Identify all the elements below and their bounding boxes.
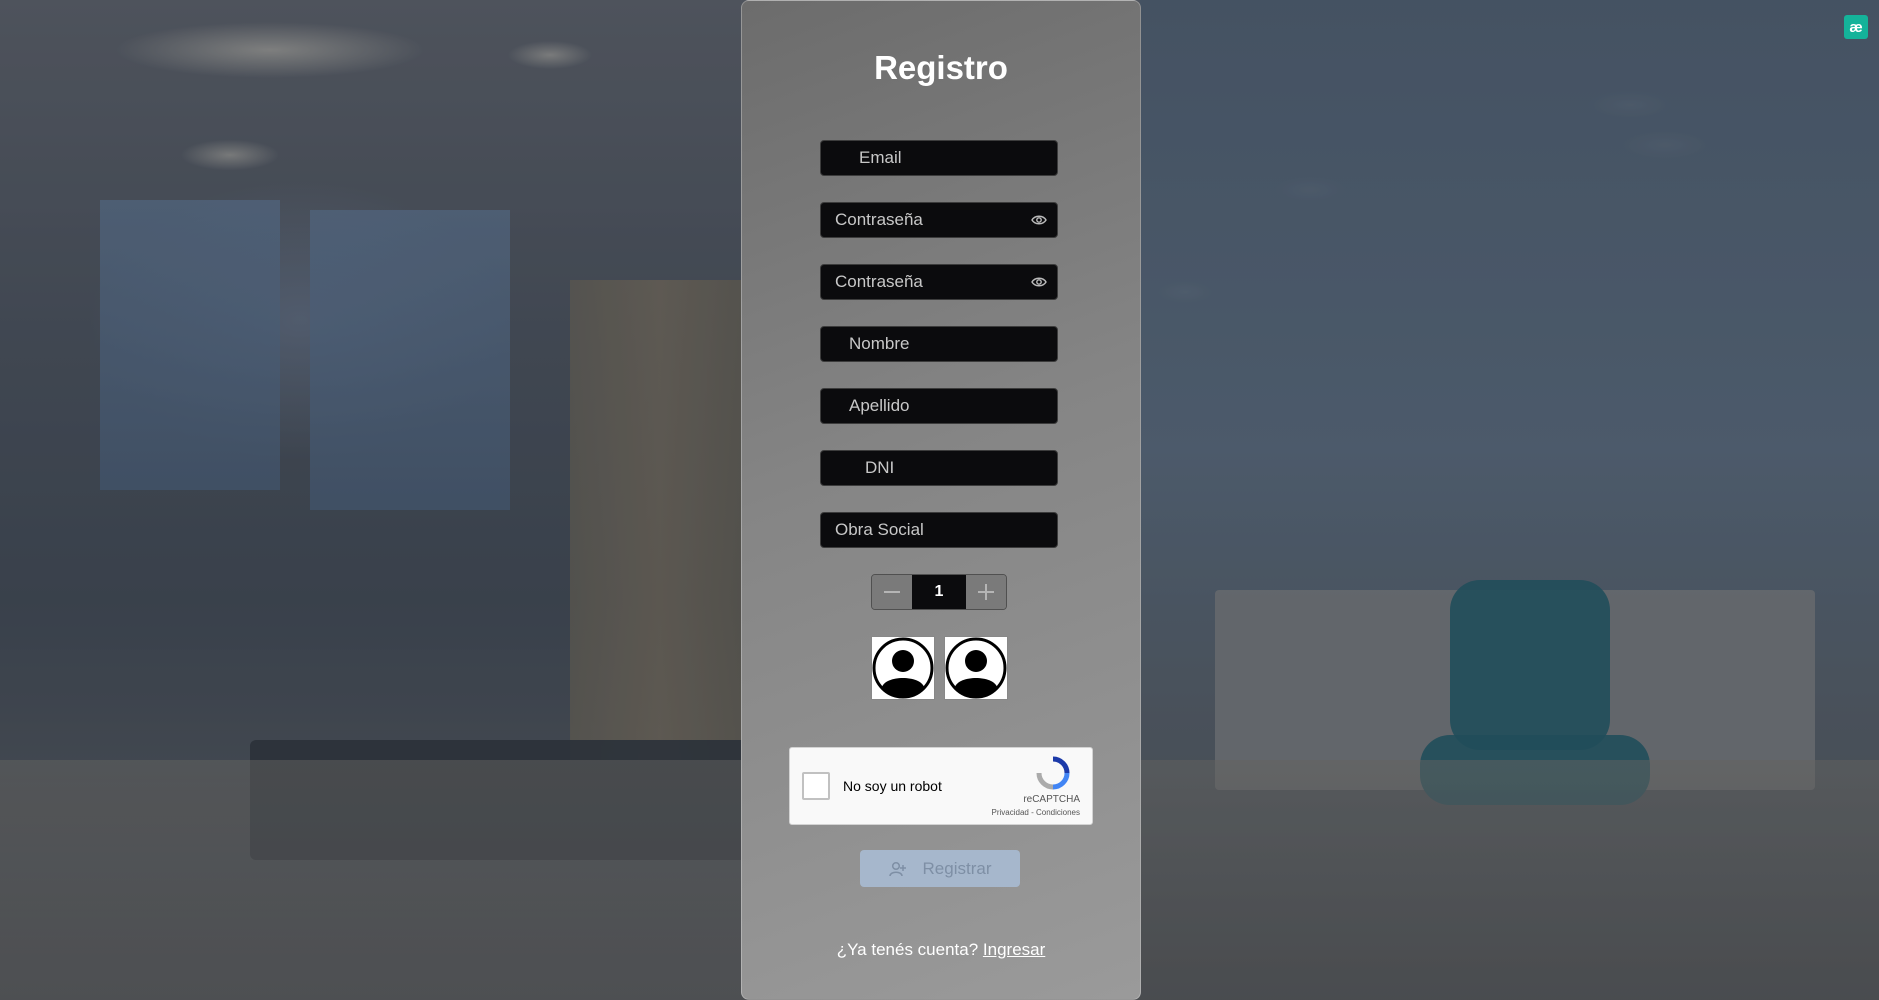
apellido-placeholder: Apellido (849, 396, 910, 415)
register-label: Registrar (922, 858, 992, 878)
plus-icon[interactable] (966, 575, 1006, 609)
recaptcha-widget: No soy un robot reCAPTCHA Privacidad - C… (789, 747, 1093, 825)
captcha-checkbox[interactable] (802, 772, 830, 800)
confirm-password-field[interactable]: Contraseña (820, 264, 1058, 300)
login-prompt-text: ¿Ya tenés cuenta? (836, 940, 979, 959)
password-placeholder: Contraseña (835, 210, 923, 229)
obra-social-field[interactable]: Obra Social (820, 512, 1058, 548)
recaptcha-icon (1036, 756, 1070, 790)
nombre-field[interactable]: Nombre (820, 326, 1058, 362)
dni-placeholder: DNI (865, 458, 895, 477)
password-field[interactable]: Contraseña (820, 202, 1058, 238)
dni-field[interactable]: DNI (820, 450, 1058, 486)
login-link[interactable]: Ingresar (983, 940, 1045, 959)
captcha-brand: reCAPTCHA (1023, 794, 1080, 805)
captcha-links[interactable]: Privacidad - Condiciones (992, 808, 1081, 817)
user-plus-icon (888, 861, 906, 876)
register-button[interactable]: Registrar (860, 850, 1020, 887)
apellido-field[interactable]: Apellido (820, 388, 1058, 424)
avatar-icon[interactable] (871, 636, 935, 700)
email-placeholder: Email (859, 148, 902, 167)
stepper-value[interactable]: 1 (912, 575, 966, 609)
eye-icon[interactable] (1031, 213, 1047, 227)
register-panel: Registro Email Contraseña Contraseña Nom… (741, 0, 1141, 1000)
nombre-placeholder: Nombre (849, 334, 910, 353)
page-title: Registro (874, 49, 1008, 86)
avatar-icon[interactable] (944, 636, 1008, 700)
eye-icon[interactable] (1031, 275, 1047, 289)
minus-icon[interactable] (872, 575, 912, 609)
captcha-label: No soy un robot (843, 778, 942, 794)
email-field[interactable]: Email (820, 140, 1058, 176)
login-prompt: ¿Ya tenés cuenta? Ingresar (742, 940, 1140, 960)
app-badge-icon[interactable]: æ (1844, 15, 1868, 39)
obra-social-placeholder: Obra Social (835, 520, 924, 539)
quantity-stepper: 1 (871, 574, 1007, 610)
confirm-password-placeholder: Contraseña (835, 272, 923, 291)
